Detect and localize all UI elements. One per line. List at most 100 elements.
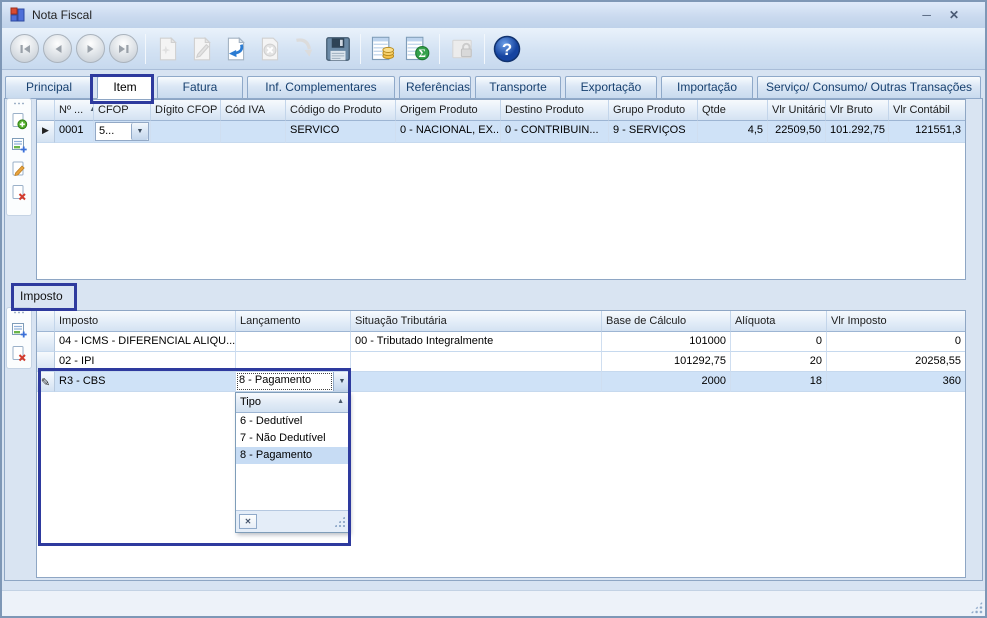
- dropdown-option[interactable]: 7 - Não Dedutível: [236, 430, 348, 447]
- lock-button[interactable]: [446, 33, 478, 65]
- window-resize-grip[interactable]: [970, 601, 983, 614]
- spreadsheet-values-button[interactable]: [367, 33, 399, 65]
- imposto-row[interactable]: 04 - ICMS - DIFERENCIAL ALIQU... 00 - Tr…: [37, 332, 965, 352]
- cell-lancamento-editor[interactable]: 8 - Pagamento ▼: [236, 372, 351, 392]
- tab-servico-consumo[interactable]: Serviço/ Consumo/ Outras Transações: [757, 76, 981, 99]
- cell-qtde[interactable]: 4,5: [698, 121, 768, 143]
- header-numero[interactable]: Nº ...▲: [55, 100, 94, 121]
- header-base-calculo[interactable]: Base de Cálculo: [602, 311, 731, 332]
- first-record-button[interactable]: [10, 34, 39, 63]
- cfop-dropdown-button[interactable]: ▼: [131, 123, 148, 140]
- spreadsheet-totals-button[interactable]: Σ: [401, 33, 433, 65]
- cell-vlr-imposto[interactable]: 0: [827, 332, 965, 352]
- minimize-button[interactable]: ─: [922, 7, 931, 23]
- header-origem-produto[interactable]: Origem Produto: [396, 100, 501, 121]
- cell-situacao[interactable]: [351, 352, 602, 372]
- header-lancamento[interactable]: Lançamento: [236, 311, 351, 332]
- toolbar-drag-handle[interactable]: [13, 102, 25, 105]
- cancel-record-button[interactable]: [254, 33, 286, 65]
- tab-exportacao[interactable]: Exportação: [565, 76, 657, 99]
- dropdown-option-selected[interactable]: 8 - Pagamento: [236, 447, 348, 464]
- delete-imposto-button[interactable]: [8, 342, 30, 366]
- cell-vlr-imposto[interactable]: 20258,55: [827, 352, 965, 372]
- tab-principal[interactable]: Principal: [5, 76, 93, 99]
- cell-imposto[interactable]: 04 - ICMS - DIFERENCIAL ALIQU...: [55, 332, 236, 352]
- cfop-editor[interactable]: 5... ▼: [95, 122, 149, 141]
- header-destino-produto[interactable]: Destino Produto: [501, 100, 609, 121]
- cell-vlr-contabil[interactable]: 121551,3: [889, 121, 965, 143]
- tab-item[interactable]: Item: [97, 76, 153, 99]
- cell-numero[interactable]: 0001: [55, 121, 94, 143]
- previous-record-button[interactable]: [43, 34, 72, 63]
- tab-importacao[interactable]: Importação: [661, 76, 753, 99]
- header-situacao-tributaria[interactable]: Situação Tributária: [351, 311, 602, 332]
- item-row[interactable]: ▶ 0001 5... ▼ SERVICO 0 - NACIONAL, EX..…: [37, 121, 965, 143]
- lancamento-dropdown-button[interactable]: ▼: [333, 372, 350, 391]
- header-grupo-produto[interactable]: Grupo Produto: [609, 100, 698, 121]
- imposto-section-tab[interactable]: Imposto: [14, 286, 73, 308]
- next-record-button[interactable]: [76, 34, 105, 63]
- save-button[interactable]: [322, 33, 354, 65]
- header-vlr-imposto[interactable]: Vlr Imposto: [827, 311, 965, 332]
- lancamento-editor[interactable]: 8 - Pagamento ▼: [236, 372, 350, 391]
- cell-vlr-bruto[interactable]: 101.292,75: [826, 121, 889, 143]
- cell-destino-produto[interactable]: 0 - CONTRIBUIN...: [501, 121, 609, 143]
- cell-aliquota[interactable]: 0: [731, 332, 827, 352]
- header-cfop[interactable]: CFOP: [94, 100, 151, 121]
- imposto-row-editing[interactable]: ✎ R3 - CBS 8 - Pagamento ▼ 2000 18 360: [37, 372, 965, 392]
- last-record-button[interactable]: [109, 34, 138, 63]
- tab-referencias[interactable]: Referências: [399, 76, 471, 99]
- add-record-button[interactable]: [8, 109, 30, 133]
- cell-lancamento[interactable]: [236, 352, 351, 372]
- cfop-editor-value[interactable]: 5...: [96, 123, 131, 140]
- delete-line-button[interactable]: [8, 181, 30, 205]
- header-aliquota[interactable]: Alíquota: [731, 311, 827, 332]
- cell-aliquota[interactable]: 20: [731, 352, 827, 372]
- lancamento-editor-value[interactable]: 8 - Pagamento: [236, 372, 333, 391]
- dropdown-option[interactable]: 6 - Dedutível: [236, 413, 348, 430]
- cell-imposto[interactable]: R3 - CBS: [55, 372, 236, 392]
- header-imposto[interactable]: Imposto: [55, 311, 236, 332]
- cell-base-calculo[interactable]: 101292,75: [602, 352, 731, 372]
- cell-aliquota[interactable]: 18: [731, 372, 827, 392]
- imposto-row[interactable]: 02 - IPI 101292,75 20 20258,55: [37, 352, 965, 372]
- cell-grupo-produto[interactable]: 9 - SERVIÇOS: [609, 121, 698, 143]
- cell-situacao[interactable]: 00 - Tributado Integralmente: [351, 332, 602, 352]
- add-line-button[interactable]: [8, 133, 30, 157]
- cell-imposto[interactable]: 02 - IPI: [55, 352, 236, 372]
- cell-cfop[interactable]: 5... ▼: [94, 121, 151, 143]
- header-qtde[interactable]: Qtde: [698, 100, 768, 121]
- dropdown-resize-grip[interactable]: [334, 516, 345, 527]
- dropdown-column-header[interactable]: Tipo ▲: [236, 393, 348, 413]
- redo-button[interactable]: [288, 33, 320, 65]
- tab-transporte[interactable]: Transporte: [475, 76, 561, 99]
- header-codigo-produto[interactable]: Código do Produto: [286, 100, 396, 121]
- cell-vlr-imposto[interactable]: 360: [827, 372, 965, 392]
- tab-inf-complementares[interactable]: Inf. Complementares: [247, 76, 395, 99]
- cell-vlr-unitario[interactable]: 22509,50: [768, 121, 826, 143]
- add-imposto-button[interactable]: [8, 318, 30, 342]
- dropdown-close-button[interactable]: ✕: [239, 514, 257, 529]
- cell-base-calculo[interactable]: 101000: [602, 332, 731, 352]
- cell-base-calculo[interactable]: 2000: [602, 372, 731, 392]
- header-vlr-bruto[interactable]: Vlr Bruto: [826, 100, 889, 121]
- toolbar-drag-handle[interactable]: [13, 311, 25, 314]
- cell-cod-iva[interactable]: [221, 121, 286, 143]
- header-vlr-unitario[interactable]: Vlr Unitário: [768, 100, 826, 121]
- edit-line-button[interactable]: [8, 157, 30, 181]
- edit-record-button[interactable]: [186, 33, 218, 65]
- cell-lancamento[interactable]: [236, 332, 351, 352]
- cell-origem-produto[interactable]: 0 - NACIONAL, EX...: [396, 121, 501, 143]
- new-record-button[interactable]: [152, 33, 184, 65]
- cell-codigo-produto[interactable]: SERVICO: [286, 121, 396, 143]
- refresh-record-button[interactable]: [220, 33, 252, 65]
- cell-digito-cfop[interactable]: [151, 121, 221, 143]
- header-vlr-contabil[interactable]: Vlr Contábil: [889, 100, 965, 121]
- tab-fatura[interactable]: Fatura: [157, 76, 243, 99]
- header-digito-cfop[interactable]: Dígito CFOP: [151, 100, 221, 121]
- close-button[interactable]: ✕: [949, 7, 959, 23]
- help-button[interactable]: ?: [491, 33, 523, 65]
- titlebar[interactable]: Nota Fiscal ─ ✕: [2, 2, 985, 28]
- cell-situacao[interactable]: [351, 372, 602, 392]
- header-cod-iva[interactable]: Cód IVA: [221, 100, 286, 121]
